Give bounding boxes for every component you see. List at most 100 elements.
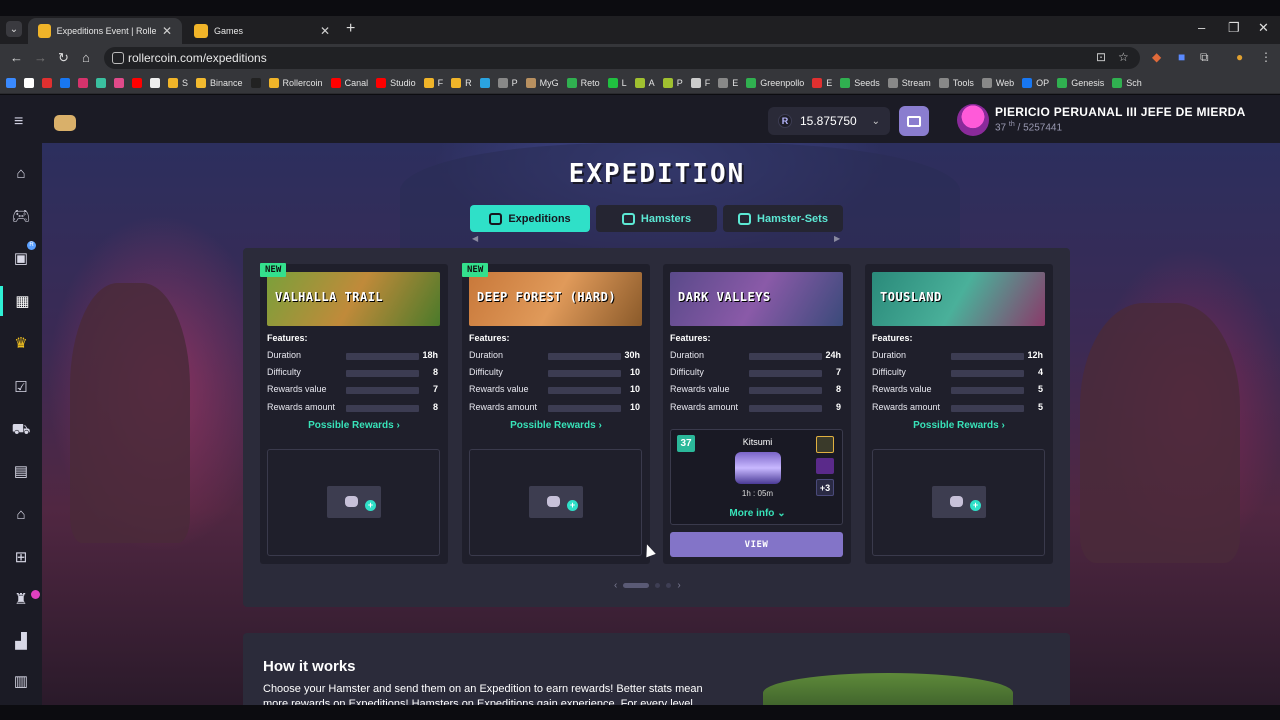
bookmark-item[interactable]: OP [1022,77,1049,88]
add-hamster-button[interactable]: + [327,486,381,518]
add-hamster-button[interactable]: + [932,486,986,518]
add-hamster-button[interactable]: + [529,486,583,518]
browser-tab-games[interactable]: Games ✕ [184,18,340,44]
close-window-icon[interactable]: ✕ [1258,20,1269,36]
bookmark-item[interactable]: S [168,77,188,88]
tab-expeditions[interactable]: Expeditions [470,205,590,232]
reload-icon[interactable]: ↻ [58,50,69,66]
sidebar-item-leaderboard[interactable]: ♛ [0,328,42,358]
bookmark-star-icon[interactable]: ☆ [1118,50,1129,64]
possible-rewards-link[interactable]: Possible Rewards › [865,420,1053,431]
possible-rewards-link[interactable]: Possible Rewards › [462,420,650,431]
bookmark-folder[interactable]: P [497,77,518,88]
expedition-title: DARK VALLEYS [678,290,771,304]
back-icon[interactable]: ← [10,50,23,65]
pager-prev-icon[interactable]: ‹ [614,580,617,591]
sidebar-item-rewards[interactable]: ▣ [0,243,42,273]
bookmark-folder[interactable]: Stream [887,77,931,88]
bookmark-icon-only[interactable] [96,77,106,88]
bookmark-icon-only[interactable] [24,77,34,88]
avatar[interactable] [957,104,989,136]
tab-hamsters[interactable]: Hamsters [596,205,717,232]
restore-icon[interactable]: ❐ [1228,20,1240,36]
pager-next-icon[interactable]: › [677,580,680,591]
bookmark-item[interactable]: Genesis [1057,77,1104,88]
sidebar-item-analytics[interactable]: ▟ [0,626,42,656]
sidebar-item-storage[interactable]: ▤ [0,456,42,486]
feature-rewards-amount: Rewards amount 8 [267,402,438,412]
bookmark-item[interactable]: MyG [525,77,559,88]
bookmark-item[interactable]: P [662,77,683,88]
pager-dot[interactable] [666,583,672,588]
home-icon[interactable]: ⌂ [82,50,90,65]
bookmark-icon-only[interactable] [250,77,261,88]
sidebar-item-events[interactable]: ♜ [0,584,42,614]
sidebar-item-news[interactable]: ▥ [0,666,42,696]
bookmark-item[interactable]: Seeds [840,77,880,88]
pager-dot-active[interactable] [623,583,650,588]
bookmark-item[interactable]: Rollercoin [268,77,323,88]
bookmark-facebook-icon[interactable] [60,77,70,88]
bookmark-icon-only[interactable] [42,77,52,88]
new-tab-button[interactable]: + [346,20,355,38]
bookmark-folder[interactable]: E [718,77,738,88]
sidebar-item-expeditions[interactable]: ▦ [0,286,42,316]
bookmark-item[interactable]: Canal [330,77,368,88]
bookmark-x-icon[interactable] [150,77,160,88]
possible-rewards-link[interactable]: Possible Rewards › [260,420,448,431]
sidebar-item-gifts[interactable]: ⊞ [0,542,42,572]
bookmark-item[interactable]: A [634,77,655,88]
close-tab-icon[interactable]: ✕ [320,24,330,38]
view-button[interactable]: VIEW [670,532,843,557]
bookmark-item[interactable]: R [451,77,472,88]
how-it-works-illustration [763,673,1013,705]
more-info-toggle[interactable]: More info ⌄ [671,508,844,519]
bookmark-item[interactable]: Sch [1112,77,1142,88]
bookmark-telegram-icon[interactable] [479,77,490,88]
bookmark-item[interactable]: Studio [376,77,416,88]
sidebar-item-games[interactable]: 🎮︎ [0,201,42,231]
tabs-scroll-left-icon[interactable]: ◀ [472,234,478,243]
bookmark-youtube-icon[interactable] [132,77,142,88]
user-name[interactable]: PIERICIO PERUANAL III JEFE DE MIERDA [995,105,1246,119]
menu-toggle-icon[interactable]: ≡ [14,113,23,131]
extensions-puzzle-icon[interactable]: ⧉ [1200,50,1209,65]
equipped-item-icon[interactable] [816,458,834,474]
bookmark-item[interactable]: L [607,77,627,88]
bookmark-item[interactable]: F [423,77,443,88]
equipped-item-icon[interactable] [816,436,834,453]
rollercoin-logo[interactable] [54,115,76,131]
chrome-menu-icon[interactable]: ⋮ [1260,50,1272,64]
sidebar-item-marketplace[interactable]: ⛟ [0,415,42,445]
bookmark-item[interactable]: Binance [196,77,243,88]
browser-tab-expeditions[interactable]: Expeditions Event | RollerCoin ✕ [28,18,182,44]
bookmark-icon-only[interactable] [6,77,16,88]
bookmark-instagram-icon[interactable] [78,77,88,88]
tabs-scroll-right-icon[interactable]: ▶ [834,234,840,243]
bookmark-item[interactable]: E [812,77,832,88]
tab-hamster-sets[interactable]: Hamster-Sets [723,205,843,232]
extension-fox-icon[interactable]: ◆ [1152,50,1161,64]
user-rank: 37 th / 5257441 [995,121,1063,134]
sidebar-item-shop[interactable]: ⌂ [0,499,42,529]
pager-dot[interactable] [655,583,661,588]
tab-search-button[interactable]: ⌄ [6,21,22,37]
wallet-button[interactable] [899,106,929,136]
install-icon[interactable]: ⊡ [1096,50,1106,64]
more-items-badge[interactable]: +3 [816,479,834,496]
bookmark-icon-only[interactable] [114,77,124,88]
bookmark-item[interactable]: Greenpollo [746,77,804,88]
profile-icon[interactable]: ● [1236,50,1243,64]
forward-icon[interactable]: → [34,50,47,65]
site-info-icon[interactable] [112,52,124,64]
bookmark-item[interactable]: F [690,77,710,88]
close-tab-icon[interactable]: ✕ [162,24,172,38]
url-input[interactable]: rollercoin.com/expeditions [104,47,1140,69]
extension-b-icon[interactable]: ■ [1178,50,1185,64]
bookmark-folder[interactable]: Web [981,77,1014,88]
bookmark-folder[interactable]: Tools [938,77,974,88]
minimize-icon[interactable]: – [1198,20,1205,35]
bookmark-item[interactable]: Reto [566,77,600,88]
balance-selector[interactable]: R 15.875750 ⌄ [768,107,890,135]
sidebar-item-tasks[interactable]: ☑ [0,372,42,402]
